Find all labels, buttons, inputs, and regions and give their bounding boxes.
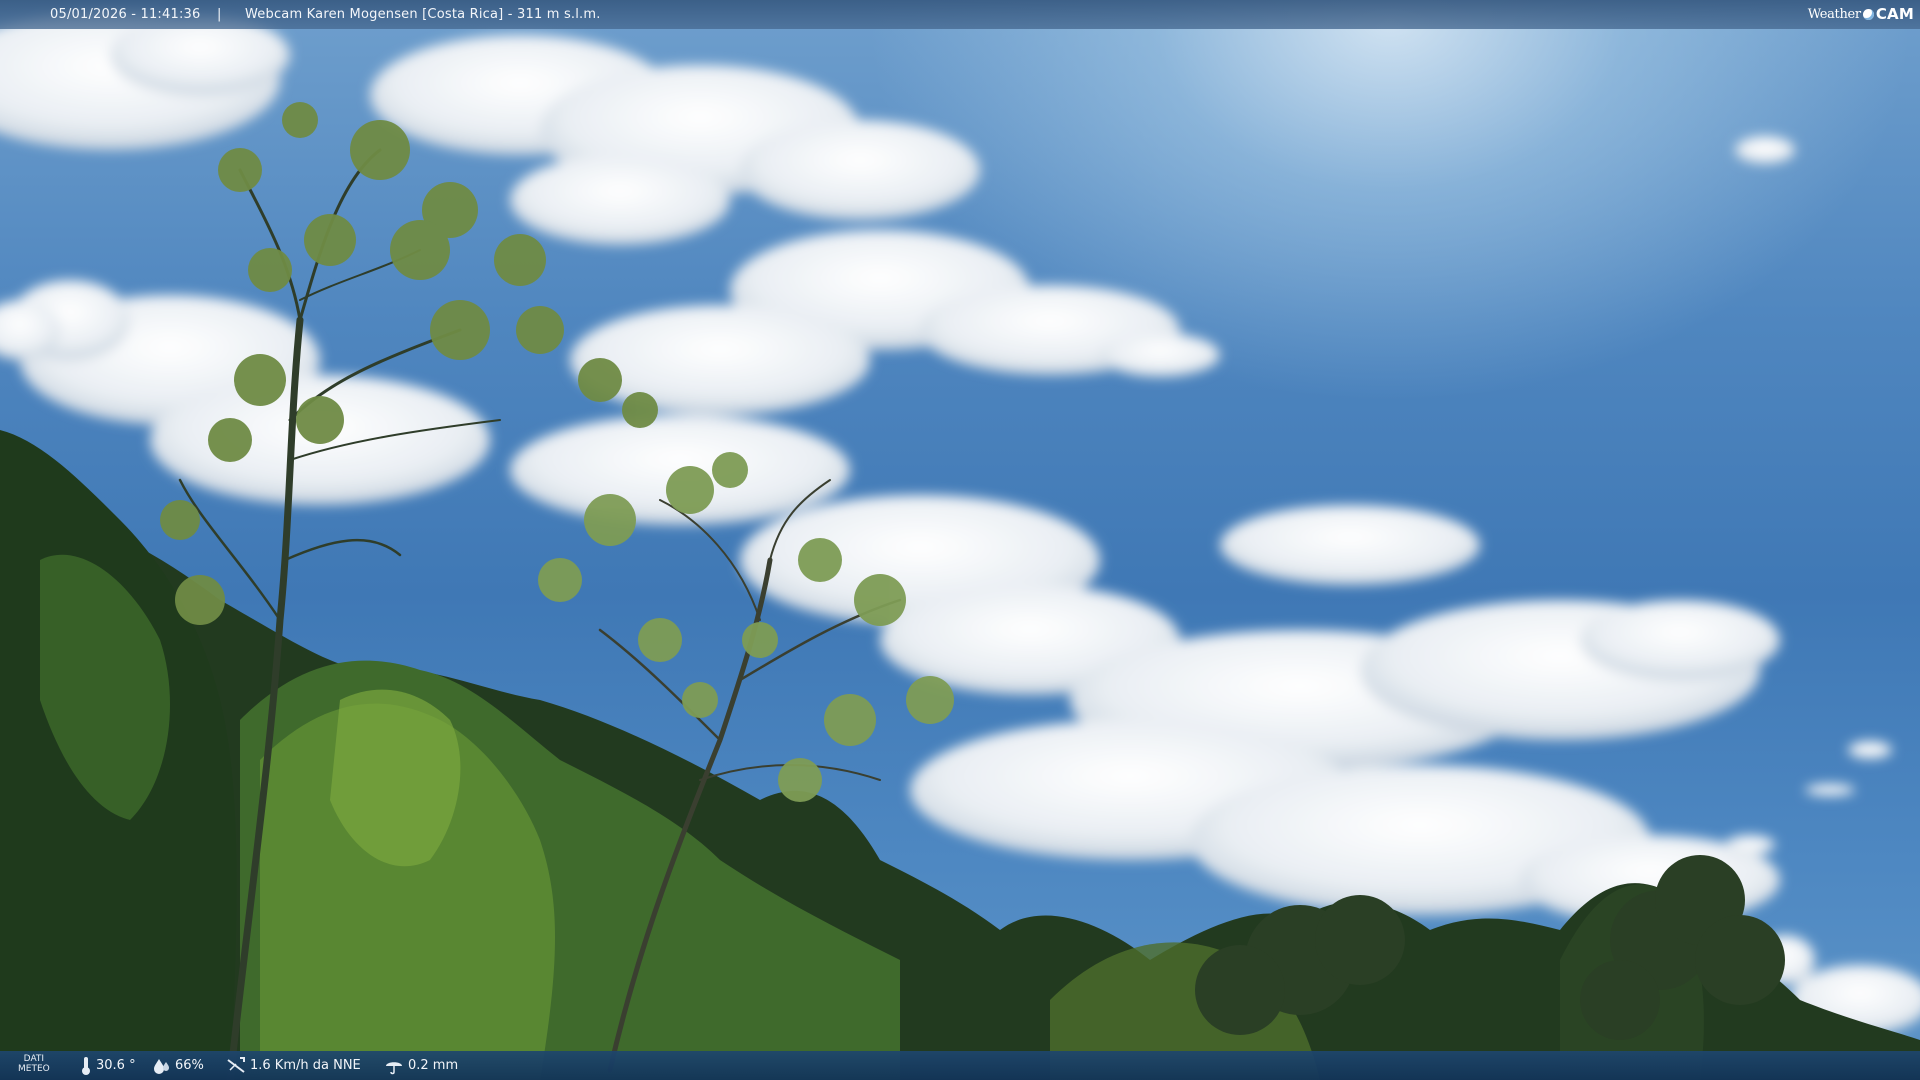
logo-dot-icon (1862, 8, 1874, 20)
temperature-stat: 30.6 ° (80, 1051, 136, 1080)
rain-icon (386, 1061, 402, 1074)
humidity-drop-icon (154, 1058, 169, 1074)
landscape-scene (0, 10, 1920, 1080)
wind-stat: 1.6 Km/h da NNE (226, 1051, 361, 1080)
bottom-meteo-bar: DATI METEO 30.6 ° 66% 1.6 Km/h da NNE 0.… (0, 1051, 1920, 1080)
rain-value: 0.2 mm (408, 1058, 459, 1073)
datetime-label: 05/01/2026 - 11:41:36 (50, 7, 201, 22)
logo-weather-text: Weather (1807, 6, 1861, 22)
meteo-tag: DATI METEO (18, 1054, 50, 1074)
logo-cam-text: CAM (1875, 4, 1914, 23)
webcam-frame: 05/01/2026 - 11:41:36 | Webcam Karen Mog… (0, 0, 1920, 1080)
weathercam-logo: Weather CAM (1808, 3, 1914, 25)
webcam-title: Webcam Karen Mogensen [Costa Rica] - 311… (245, 7, 601, 22)
humidity-value: 66% (175, 1058, 204, 1073)
rain-stat: 0.2 mm (384, 1051, 458, 1080)
meteo-tag-line1: DATI (23, 1054, 45, 1064)
wind-icon (227, 1056, 245, 1073)
wind-value: 1.6 Km/h da NNE (250, 1058, 361, 1073)
cloud-mid (570, 230, 1220, 415)
thermometer-icon (82, 1056, 90, 1075)
temperature-value: 30.6 ° (96, 1058, 136, 1073)
cloud-top-left (0, 10, 290, 150)
top-info-bar: 05/01/2026 - 11:41:36 | Webcam Karen Mog… (0, 0, 1920, 29)
meteo-tag-line2: METEO (18, 1064, 50, 1074)
separator: | (217, 7, 222, 22)
humidity-stat: 66% (153, 1051, 204, 1080)
